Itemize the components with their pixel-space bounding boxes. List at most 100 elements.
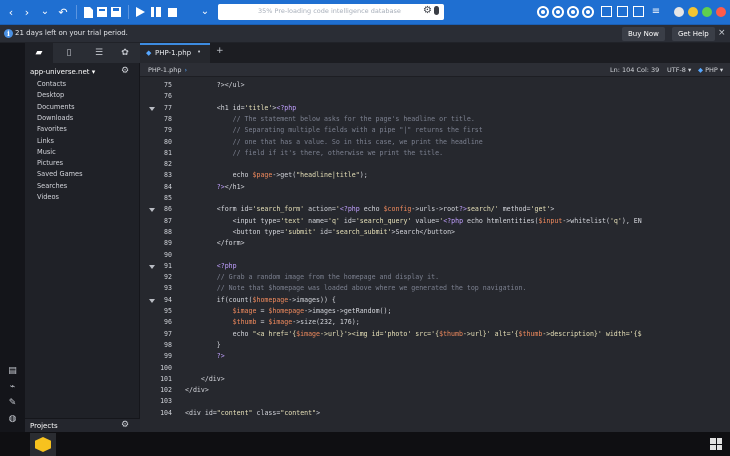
code-line[interactable]: <div id="content" class="content"> <box>185 408 320 419</box>
forward-arrow-icon[interactable]: › <box>20 4 34 20</box>
code-token: $homepage <box>252 295 289 304</box>
fold-toggle-icon[interactable] <box>149 106 155 111</box>
code-line[interactable]: // field if it's there, otherwise we pri… <box>185 148 443 159</box>
save-icon[interactable] <box>110 4 122 20</box>
code-line[interactable]: <h1 id='title'><?php <box>185 103 296 114</box>
chart-icon[interactable]: ⌁ <box>6 381 19 394</box>
code-line[interactable]: </div> <box>185 374 225 385</box>
debug-icon[interactable] <box>150 4 162 20</box>
code-line[interactable]: } <box>185 340 221 351</box>
sidebar-item-pictures[interactable]: Pictures <box>37 159 63 167</box>
app-grid-icon[interactable] <box>710 438 722 450</box>
taskbar-app-komodo[interactable] <box>30 433 56 456</box>
encoding-selector[interactable]: UTF-8 ▾ <box>667 66 691 74</box>
code-line[interactable]: <form id='search_form' action='<?php ech… <box>185 204 555 215</box>
gear-icon[interactable]: ⚙ <box>121 66 129 76</box>
zoom-icon[interactable] <box>702 7 712 17</box>
code-line[interactable]: // Separating multiple fields with a pip… <box>185 125 483 136</box>
sidebar-item-links[interactable]: Links <box>37 137 54 145</box>
sidebar-item-videos[interactable]: Videos <box>37 193 59 201</box>
project-selector[interactable]: app-universe.net ▾ ⚙ <box>25 65 140 79</box>
code-line[interactable]: echo "<a href='{$image->url}'><img id='p… <box>185 329 642 340</box>
sidebar-item-searches[interactable]: Searches <box>37 182 67 190</box>
close-trial-icon[interactable]: × <box>718 28 726 38</box>
code-token: ->url}'><img id='photo' src='{ <box>320 329 440 338</box>
code-line[interactable]: ?></ul> <box>185 80 245 91</box>
maximize-icon[interactable] <box>688 7 698 17</box>
cursor-position[interactable]: Ln: 104 Col: 39 <box>610 66 659 74</box>
back-arrow-icon[interactable]: ‹ <box>4 4 18 20</box>
ruler-icon[interactable]: ✎ <box>6 397 19 410</box>
tab-php-1[interactable]: ◆ PHP-1.php • <box>140 43 210 63</box>
code-line[interactable]: <button type='submit' id='search_submit'… <box>185 227 455 238</box>
notifications-icon[interactable] <box>567 6 579 18</box>
run-icon[interactable] <box>134 4 146 20</box>
code-line[interactable]: <?php <box>185 261 237 272</box>
tab-places[interactable]: ▰ <box>25 43 53 63</box>
code-area[interactable]: ?></ul> <h1 id='title'><?php // The stat… <box>180 77 730 432</box>
code-line[interactable]: <input type='text' name='q' id='search_q… <box>185 216 642 227</box>
sidebar-item-desktop[interactable]: Desktop <box>37 91 64 99</box>
tab-tools[interactable]: ✿ <box>111 43 139 63</box>
code-token: </div> <box>185 374 225 383</box>
tab-code[interactable]: ▯ <box>55 43 83 63</box>
fold-toggle-icon[interactable] <box>149 208 155 213</box>
code-line[interactable]: // The statement below asks for the page… <box>185 114 475 125</box>
history-dropdown-icon[interactable]: ⌄ <box>38 4 52 20</box>
undo-icon[interactable]: ↶ <box>56 4 70 20</box>
layout-bottom-icon[interactable] <box>633 6 644 17</box>
breadcrumb[interactable]: PHP-1.php › <box>148 66 187 74</box>
code-line[interactable]: echo $page->get("headline|title"); <box>185 170 368 181</box>
fold-toggle-icon[interactable] <box>149 298 155 303</box>
sidebar-item-documents[interactable]: Documents <box>37 103 75 111</box>
sidebar-item-contacts[interactable]: Contacts <box>37 80 66 88</box>
sidebar-item-downloads[interactable]: Downloads <box>37 114 73 122</box>
close-icon[interactable] <box>716 7 726 17</box>
sidebar-item-music[interactable]: Music <box>37 148 56 156</box>
get-help-button[interactable]: Get Help <box>672 27 715 41</box>
menu-icon[interactable]: ≡ <box>650 4 662 20</box>
dropdown-icon[interactable]: ⌄ <box>198 4 212 20</box>
code-line[interactable]: ?></h1> <box>185 182 245 193</box>
code-token: } <box>185 340 221 349</box>
code-line[interactable]: // Note that $homepage was loaded above … <box>185 283 527 294</box>
tab-database[interactable]: ☰ <box>85 43 113 63</box>
tab-modified-indicator[interactable]: • <box>197 48 201 56</box>
code-token: $thumb <box>232 318 257 327</box>
layout-split-icon[interactable] <box>617 6 628 17</box>
code-line[interactable]: </form> <box>185 238 245 249</box>
line-number: 103 <box>160 397 172 406</box>
gear-icon[interactable]: ⚙ <box>121 420 129 430</box>
stop-icon[interactable] <box>166 4 178 20</box>
code-line[interactable]: if(count($homepage->images)) { <box>185 295 336 306</box>
layout-left-icon[interactable] <box>601 6 612 17</box>
account-icon[interactable] <box>582 6 594 18</box>
terminal-icon[interactable]: ▤ <box>6 365 19 378</box>
code-line[interactable]: // one that has a value. So in this case… <box>185 137 483 148</box>
code-line[interactable]: ?> <box>185 351 225 362</box>
code-line[interactable]: // Grab a random image from the homepage… <box>185 272 439 283</box>
code-token: 'title' <box>244 103 273 112</box>
code-line[interactable]: $image = $homepage->images->getRandom(); <box>185 306 392 317</box>
language-selector[interactable]: ◆ PHP ▾ <box>698 66 723 74</box>
mic-icon[interactable] <box>434 6 439 15</box>
open-file-icon[interactable] <box>96 4 108 20</box>
add-tab-icon[interactable]: + <box>216 46 224 56</box>
sidebar-item-favorites[interactable]: Favorites <box>37 125 67 133</box>
sidebar-item-saved-games[interactable]: Saved Games <box>37 170 83 178</box>
projects-panel-header[interactable]: Projects ⚙ <box>25 418 140 432</box>
record-macro-icon[interactable] <box>537 6 549 18</box>
minimize-icon[interactable] <box>674 7 684 17</box>
sync-icon[interactable] <box>552 6 564 18</box>
code-token: > <box>550 205 555 214</box>
search-input[interactable]: 35% Pre-loading code intelligence databa… <box>218 4 444 20</box>
gear-icon[interactable]: ⚙ <box>423 5 432 16</box>
code-line[interactable]: $thumb = $image->size(232, 176); <box>185 317 360 328</box>
fold-toggle-icon[interactable] <box>149 264 155 269</box>
new-file-icon[interactable] <box>82 4 94 20</box>
globe-icon[interactable]: ◍ <box>6 413 19 426</box>
buy-now-button[interactable]: Buy Now <box>622 27 665 41</box>
code-token: // The statement below asks for the page… <box>185 114 475 123</box>
code-line[interactable]: </div> <box>185 385 209 396</box>
